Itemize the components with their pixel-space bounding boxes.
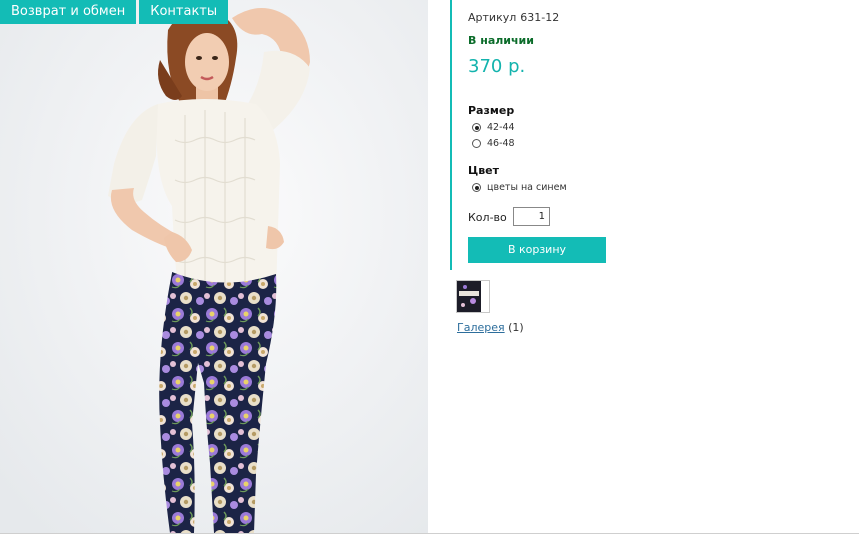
color-option[interactable]: цветы на синем [472,182,567,193]
sku-value: 631-12 [520,11,560,24]
top-navigation: Возврат и обмен Контакты [0,0,229,24]
quantity-label: Кол-во [468,211,507,224]
stock-status: В наличии [468,34,534,47]
gallery-link-row: Галерея (1) [457,321,524,334]
sku: Артикул 631-12 [468,11,559,24]
size-option-42-44[interactable]: 42-44 [472,122,515,133]
size-option-label: 42-44 [487,122,515,133]
color-option-label: цветы на синем [487,182,567,193]
model-illustration [0,0,428,533]
contacts-button[interactable]: Контакты [139,0,229,24]
thumbnail-image [457,281,489,312]
radio-icon[interactable] [472,139,481,148]
color-title: Цвет [468,164,500,177]
size-title: Размер [468,104,515,117]
divider [0,533,859,534]
gallery-thumbnail[interactable] [456,280,490,313]
size-option-46-48[interactable]: 46-48 [472,138,515,149]
size-option-label: 46-48 [487,138,515,149]
gallery-link[interactable]: Галерея [457,321,505,334]
radio-selected-icon[interactable] [472,123,481,132]
add-to-cart-button[interactable]: В корзину [468,237,606,263]
product-info-panel: Артикул 631-12 В наличии 370 р. Размер 42… [450,0,752,270]
price: 370 р. [468,56,526,77]
sku-label: Артикул [468,11,517,24]
product-photo: Возврат и обмен Контакты [0,0,428,533]
radio-selected-icon[interactable] [472,183,481,192]
gallery-count: (1) [508,321,524,334]
returns-button[interactable]: Возврат и обмен [0,0,137,24]
quantity-input[interactable]: 1 [513,207,550,226]
